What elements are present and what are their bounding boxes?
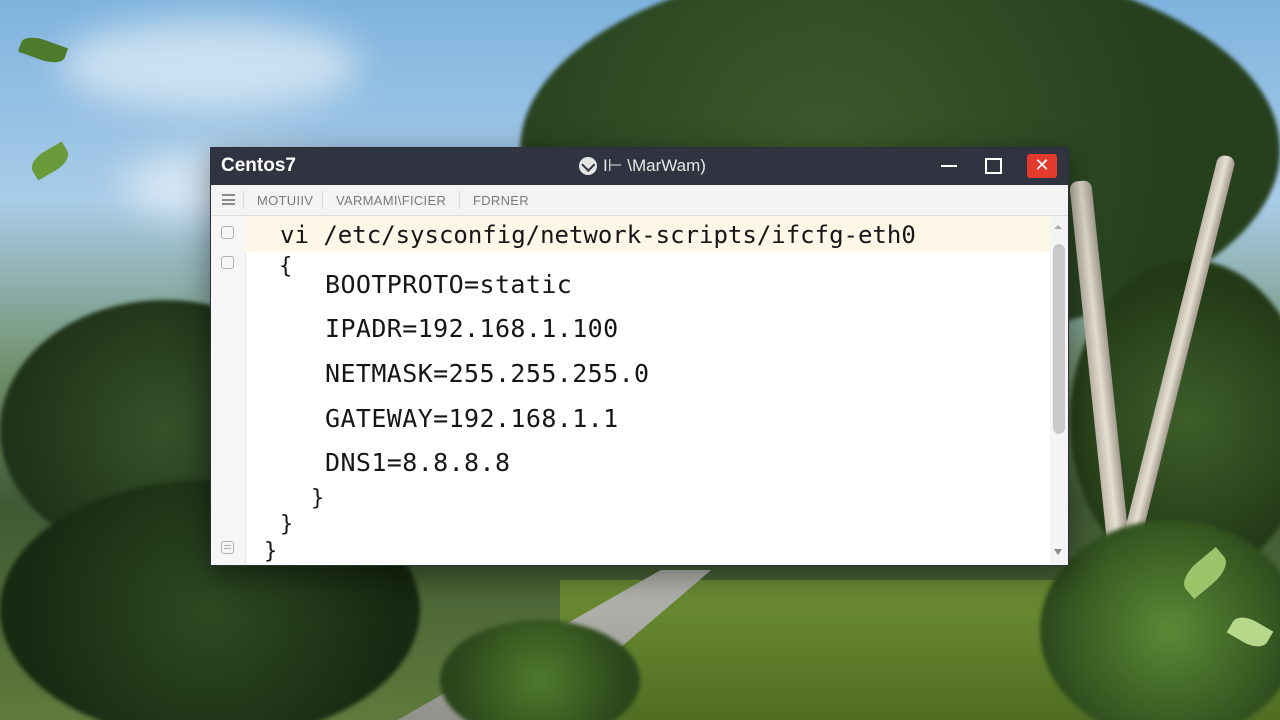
close-brace: }: [280, 512, 294, 537]
menu-item-2[interactable]: VARMAMI\FICIER: [336, 193, 446, 208]
menu-item-1[interactable]: MOTUIIV: [257, 193, 313, 208]
title-bar[interactable]: Centos7 I⊢ \MarWam) ✕: [211, 148, 1068, 185]
hamburger-menu-icon[interactable]: [222, 194, 235, 205]
menu-bar: MOTUIIV VARMAMI\FICIER FDRNER: [211, 185, 1068, 216]
command-line: vi /etc/sysconfig/network-scripts/ifcfg-…: [280, 221, 916, 249]
menu-divider: [243, 191, 244, 209]
close-brace: }: [264, 539, 278, 564]
open-brace: {: [279, 254, 293, 279]
config-line-gateway: GATEWAY=192.168.1.1: [325, 404, 619, 433]
list-icon[interactable]: [221, 541, 234, 554]
scroll-up-arrow-icon[interactable]: [1054, 225, 1062, 229]
config-line-ipaddr: IPADR=192.168.1.100: [325, 314, 619, 343]
text-editor-area[interactable]: vi /etc/sysconfig/network-scripts/ifcfg-…: [245, 216, 1050, 565]
maximize-icon: [984, 158, 1002, 174]
close-button[interactable]: ✕: [1027, 154, 1057, 178]
menu-divider: [322, 191, 323, 209]
menu-divider: [459, 191, 460, 209]
app-title: Centos7: [221, 155, 296, 176]
vertical-scrollbar[interactable]: [1050, 216, 1068, 565]
config-line-dns: DNS1=8.8.8.8: [325, 448, 511, 477]
scroll-down-arrow-icon[interactable]: [1054, 549, 1062, 555]
minimize-icon: [941, 165, 957, 167]
editor-gutter: [211, 216, 246, 565]
editor-window: Centos7 I⊢ \MarWam) ✕ MOTUIIV VARMAMI\FI…: [210, 147, 1069, 566]
config-line-netmask: NETMASK=255.255.255.0: [325, 359, 650, 388]
app-logo-icon: [579, 157, 597, 175]
close-brace: }: [311, 486, 325, 511]
leaf: [27, 141, 73, 181]
scrollbar-thumb[interactable]: [1053, 244, 1065, 434]
config-line-bootproto: BOOTPROTO=static: [325, 270, 573, 299]
minimize-button[interactable]: [935, 154, 963, 178]
menu-item-3[interactable]: FDRNER: [473, 193, 529, 208]
window-caption-text: I⊢ \MarWam): [603, 156, 706, 175]
cloud: [60, 20, 360, 110]
maximize-button[interactable]: [979, 154, 1007, 178]
document-icon[interactable]: [221, 256, 234, 269]
close-icon: ✕: [1034, 155, 1050, 176]
window-caption: I⊢ \MarWam): [579, 156, 706, 176]
lock-icon[interactable]: [221, 226, 234, 239]
